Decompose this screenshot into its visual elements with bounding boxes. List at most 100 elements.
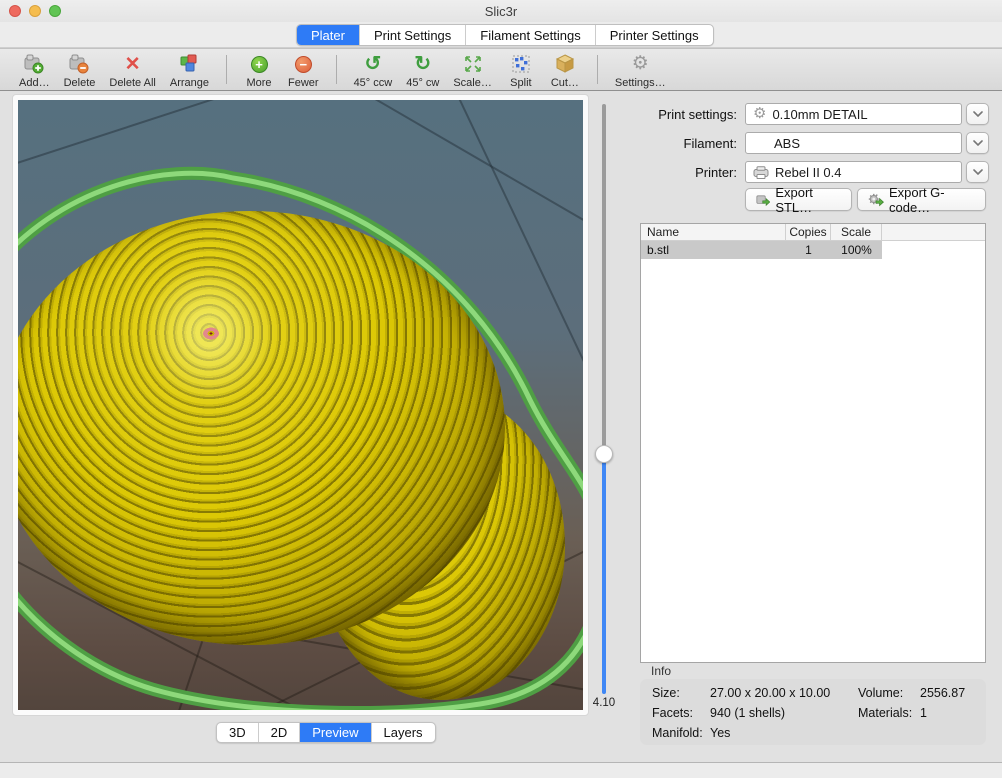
toolbar-group-settings: ⚙ Settings… [608,49,673,90]
toolbar-label: Fewer [288,77,319,89]
delete-object-icon [67,52,91,76]
printer-value: Rebel II 0.4 [775,165,842,180]
filament-dropdown-button[interactable] [966,132,989,154]
objects-table-header: Name Copies Scale [641,224,985,241]
main-tabs: Plater Print Settings Filament Settings … [296,24,714,46]
fewer-button[interactable]: − Fewer [281,49,326,90]
printer-dropdown-button[interactable] [966,161,989,183]
materials-label: Materials: [858,706,920,720]
delete-button[interactable]: Delete [57,49,103,90]
manifold-label: Manifold: [652,726,710,740]
fewer-copies-icon: − [295,52,312,76]
cell-name: b.stl [641,241,786,259]
toolbar-separator [336,55,337,84]
print-settings-value: 0.10mm DETAIL [772,107,867,122]
slider-track-upper[interactable] [602,104,606,454]
export-stl-button[interactable]: Export STL… [745,188,852,211]
print-settings-select[interactable]: ⚙ 0.10mm DETAIL [745,103,962,125]
tab-plater[interactable]: Plater [297,25,360,45]
toolbar-label: 45° cw [406,77,439,89]
view-mode-tabs: 3D 2D Preview Layers [216,722,436,743]
toolbar-separator [597,55,598,84]
status-bar [0,762,1002,778]
rotate-ccw-icon: ↺ [365,52,382,76]
delete-all-button[interactable]: ✕ Delete All [102,49,162,90]
toolbar-label: Split [510,77,531,89]
chevron-down-icon [973,111,983,117]
export-gcode-button[interactable]: Export G-code… [857,188,986,211]
view-tab-3d[interactable]: 3D [217,723,259,742]
printer-icon [753,166,769,179]
toolbar-group-copies: + More − Fewer [237,49,326,90]
gear-icon: ⚙ [753,104,766,124]
rotate-ccw-button[interactable]: ↺ 45° ccw [347,49,400,90]
more-button[interactable]: + More [237,49,281,90]
toolbar-label: Add… [19,77,50,89]
size-label: Size: [652,686,710,700]
scale-button[interactable]: Scale… [446,49,499,90]
print-settings-label: Print settings: [622,107,737,122]
toolbar-group-transform: ↺ 45° ccw ↻ 45° cw Scale… [347,49,587,90]
tab-filament-settings[interactable]: Filament Settings [466,25,595,45]
cell-scale: 100% [831,241,882,259]
3d-viewport[interactable] [18,100,583,710]
print-settings-dropdown-button[interactable] [966,103,989,125]
more-copies-icon: + [251,52,268,76]
close-button[interactable] [9,5,21,17]
view-tab-layers[interactable]: Layers [372,723,435,742]
chevron-down-icon [973,140,983,146]
delete-all-icon: ✕ [125,52,141,76]
main-tab-row: Plater Print Settings Filament Settings … [0,22,1002,48]
rotate-cw-button[interactable]: ↻ 45° cw [399,49,446,90]
export-gcode-icon [868,192,884,207]
split-button[interactable]: Split [499,49,543,90]
tab-printer-settings[interactable]: Printer Settings [596,25,713,45]
printer-label: Printer: [622,165,737,180]
export-stl-icon [756,193,770,207]
column-header-name[interactable]: Name [641,224,786,240]
toolbar-label: 45° ccw [354,77,393,89]
slider-track-lower[interactable] [602,454,606,694]
manifold-value: Yes [710,726,858,740]
arrange-icon [178,52,200,76]
add-button[interactable]: Add… [12,49,57,90]
window-controls [9,5,61,17]
cell-copies: 1 [786,241,831,259]
tab-print-settings[interactable]: Print Settings [360,25,466,45]
export-stl-label: Export STL… [775,185,841,215]
layer-slider[interactable] [593,104,615,698]
cut-button[interactable]: Cut… [543,49,587,90]
table-row[interactable]: b.stl 1 100% [641,241,882,259]
plater-content: 4.10 3D 2D Preview Layers Print settings… [0,91,1002,762]
minimize-button[interactable] [29,5,41,17]
settings-button[interactable]: ⚙ Settings… [608,49,673,90]
settings-icon: ⚙ [632,52,649,76]
column-header-copies[interactable]: Copies [786,224,831,240]
arrange-button[interactable]: Arrange [163,49,216,90]
chevron-down-icon [973,169,983,175]
slider-value: 4.10 [586,697,622,709]
toolbar-label: Delete All [109,77,155,89]
preview-panel [12,94,589,716]
sliced-object-large-dome[interactable] [18,211,505,645]
large-dome-apex-marker [201,326,221,341]
volume-value: 2556.87 [920,686,974,700]
column-header-spacer [882,224,985,240]
view-tab-preview[interactable]: Preview [300,723,371,742]
plater-toolbar: Add… Delete ✕ Delete All [0,48,1002,91]
column-header-scale[interactable]: Scale [831,224,882,240]
materials-value: 1 [920,706,974,720]
filament-value: ABS [774,136,800,151]
view-tab-2d[interactable]: 2D [259,723,301,742]
window-title: Slic3r [485,4,518,19]
facets-value: 940 (1 shells) [710,706,858,720]
filament-label: Filament: [622,136,737,151]
zoom-button[interactable] [49,5,61,17]
filament-select[interactable]: ABS [745,132,962,154]
rotate-cw-icon: ↻ [414,52,431,76]
toolbar-label: More [246,77,271,89]
info-section-title: Info [651,664,671,678]
facets-label: Facets: [652,706,710,720]
printer-select[interactable]: Rebel II 0.4 [745,161,962,183]
slider-thumb[interactable] [595,445,613,463]
